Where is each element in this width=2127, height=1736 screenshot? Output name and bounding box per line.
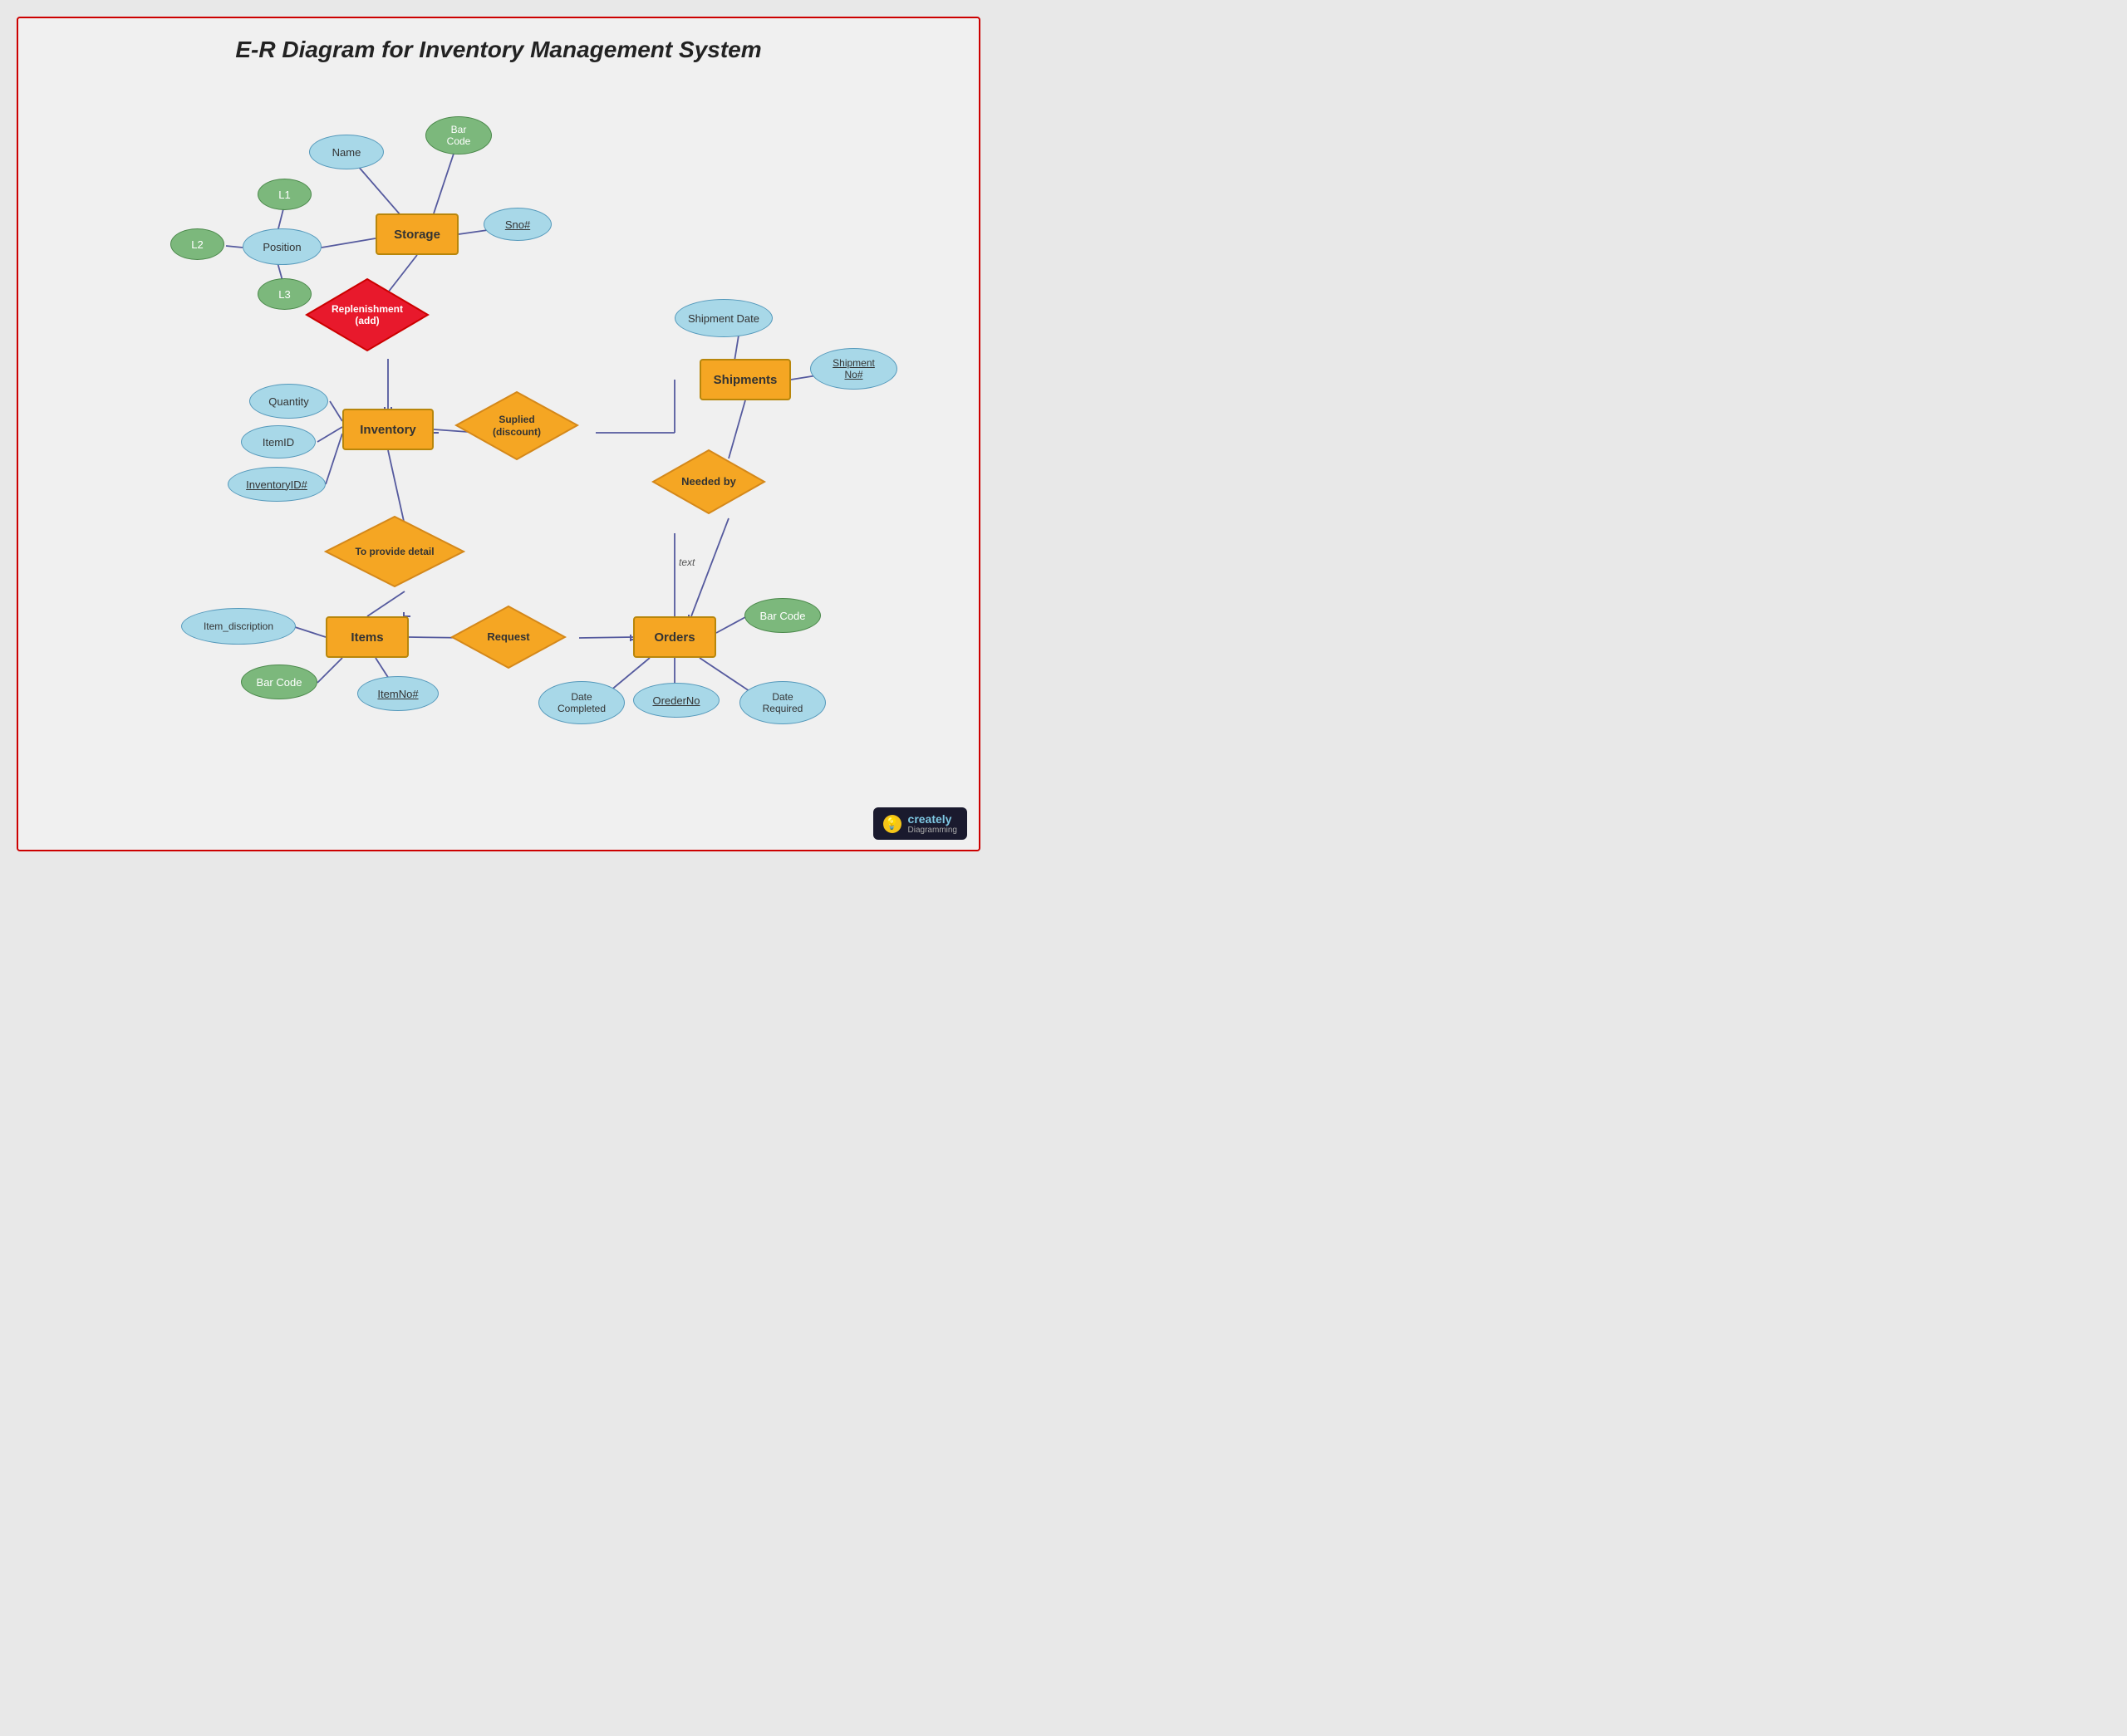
attr-inventoryid: InventoryID# — [228, 467, 326, 502]
logo-text: creately Diagramming — [908, 812, 957, 835]
text-label: text — [679, 557, 695, 568]
entity-storage: Storage — [376, 213, 459, 255]
diagram-container: E-R Diagram for Inventory Management Sys… — [17, 17, 980, 851]
attr-l3: L3 — [258, 278, 312, 310]
logo-bulb-icon: 💡 — [883, 815, 901, 833]
attr-l1: L1 — [258, 179, 312, 210]
diamond-to-provide: To provide detail — [324, 515, 465, 588]
attr-position: Position — [243, 228, 322, 265]
diamond-replenishment: Replenishment(add) — [305, 277, 430, 352]
attr-barcode-storage: BarCode — [425, 116, 492, 154]
entity-items: Items — [326, 616, 409, 658]
entity-shipments: Shipments — [700, 359, 791, 400]
entity-orders: Orders — [633, 616, 716, 658]
attr-name: Name — [309, 135, 384, 169]
diamond-supplied: Suplied(discount) — [454, 390, 579, 461]
logo-box: 💡 creately Diagramming — [873, 807, 967, 840]
attr-date-required: DateRequired — [739, 681, 826, 724]
diamond-needed-by: Needed by — [651, 449, 766, 515]
attr-itemno: ItemNo# — [357, 676, 439, 711]
diamond-request: Request — [450, 605, 567, 669]
attr-barcode-items: Bar Code — [241, 664, 317, 699]
attr-shipment-no: ShipmentNo# — [810, 348, 897, 390]
attr-l2: L2 — [170, 228, 224, 260]
attr-sno: Sno# — [484, 208, 552, 241]
attr-date-completed: DateCompleted — [538, 681, 625, 724]
attr-shipment-date: Shipment Date — [675, 299, 773, 337]
diagram-title: E-R Diagram for Inventory Management Sys… — [18, 18, 979, 71]
attr-item-desc: Item_discription — [181, 608, 296, 645]
entity-inventory: Inventory — [342, 409, 434, 450]
attr-quantity: Quantity — [249, 384, 328, 419]
attr-barcode-orders: Bar Code — [744, 598, 821, 633]
attr-order-no: OrederNo — [633, 683, 720, 718]
attr-itemid: ItemID — [241, 425, 316, 459]
